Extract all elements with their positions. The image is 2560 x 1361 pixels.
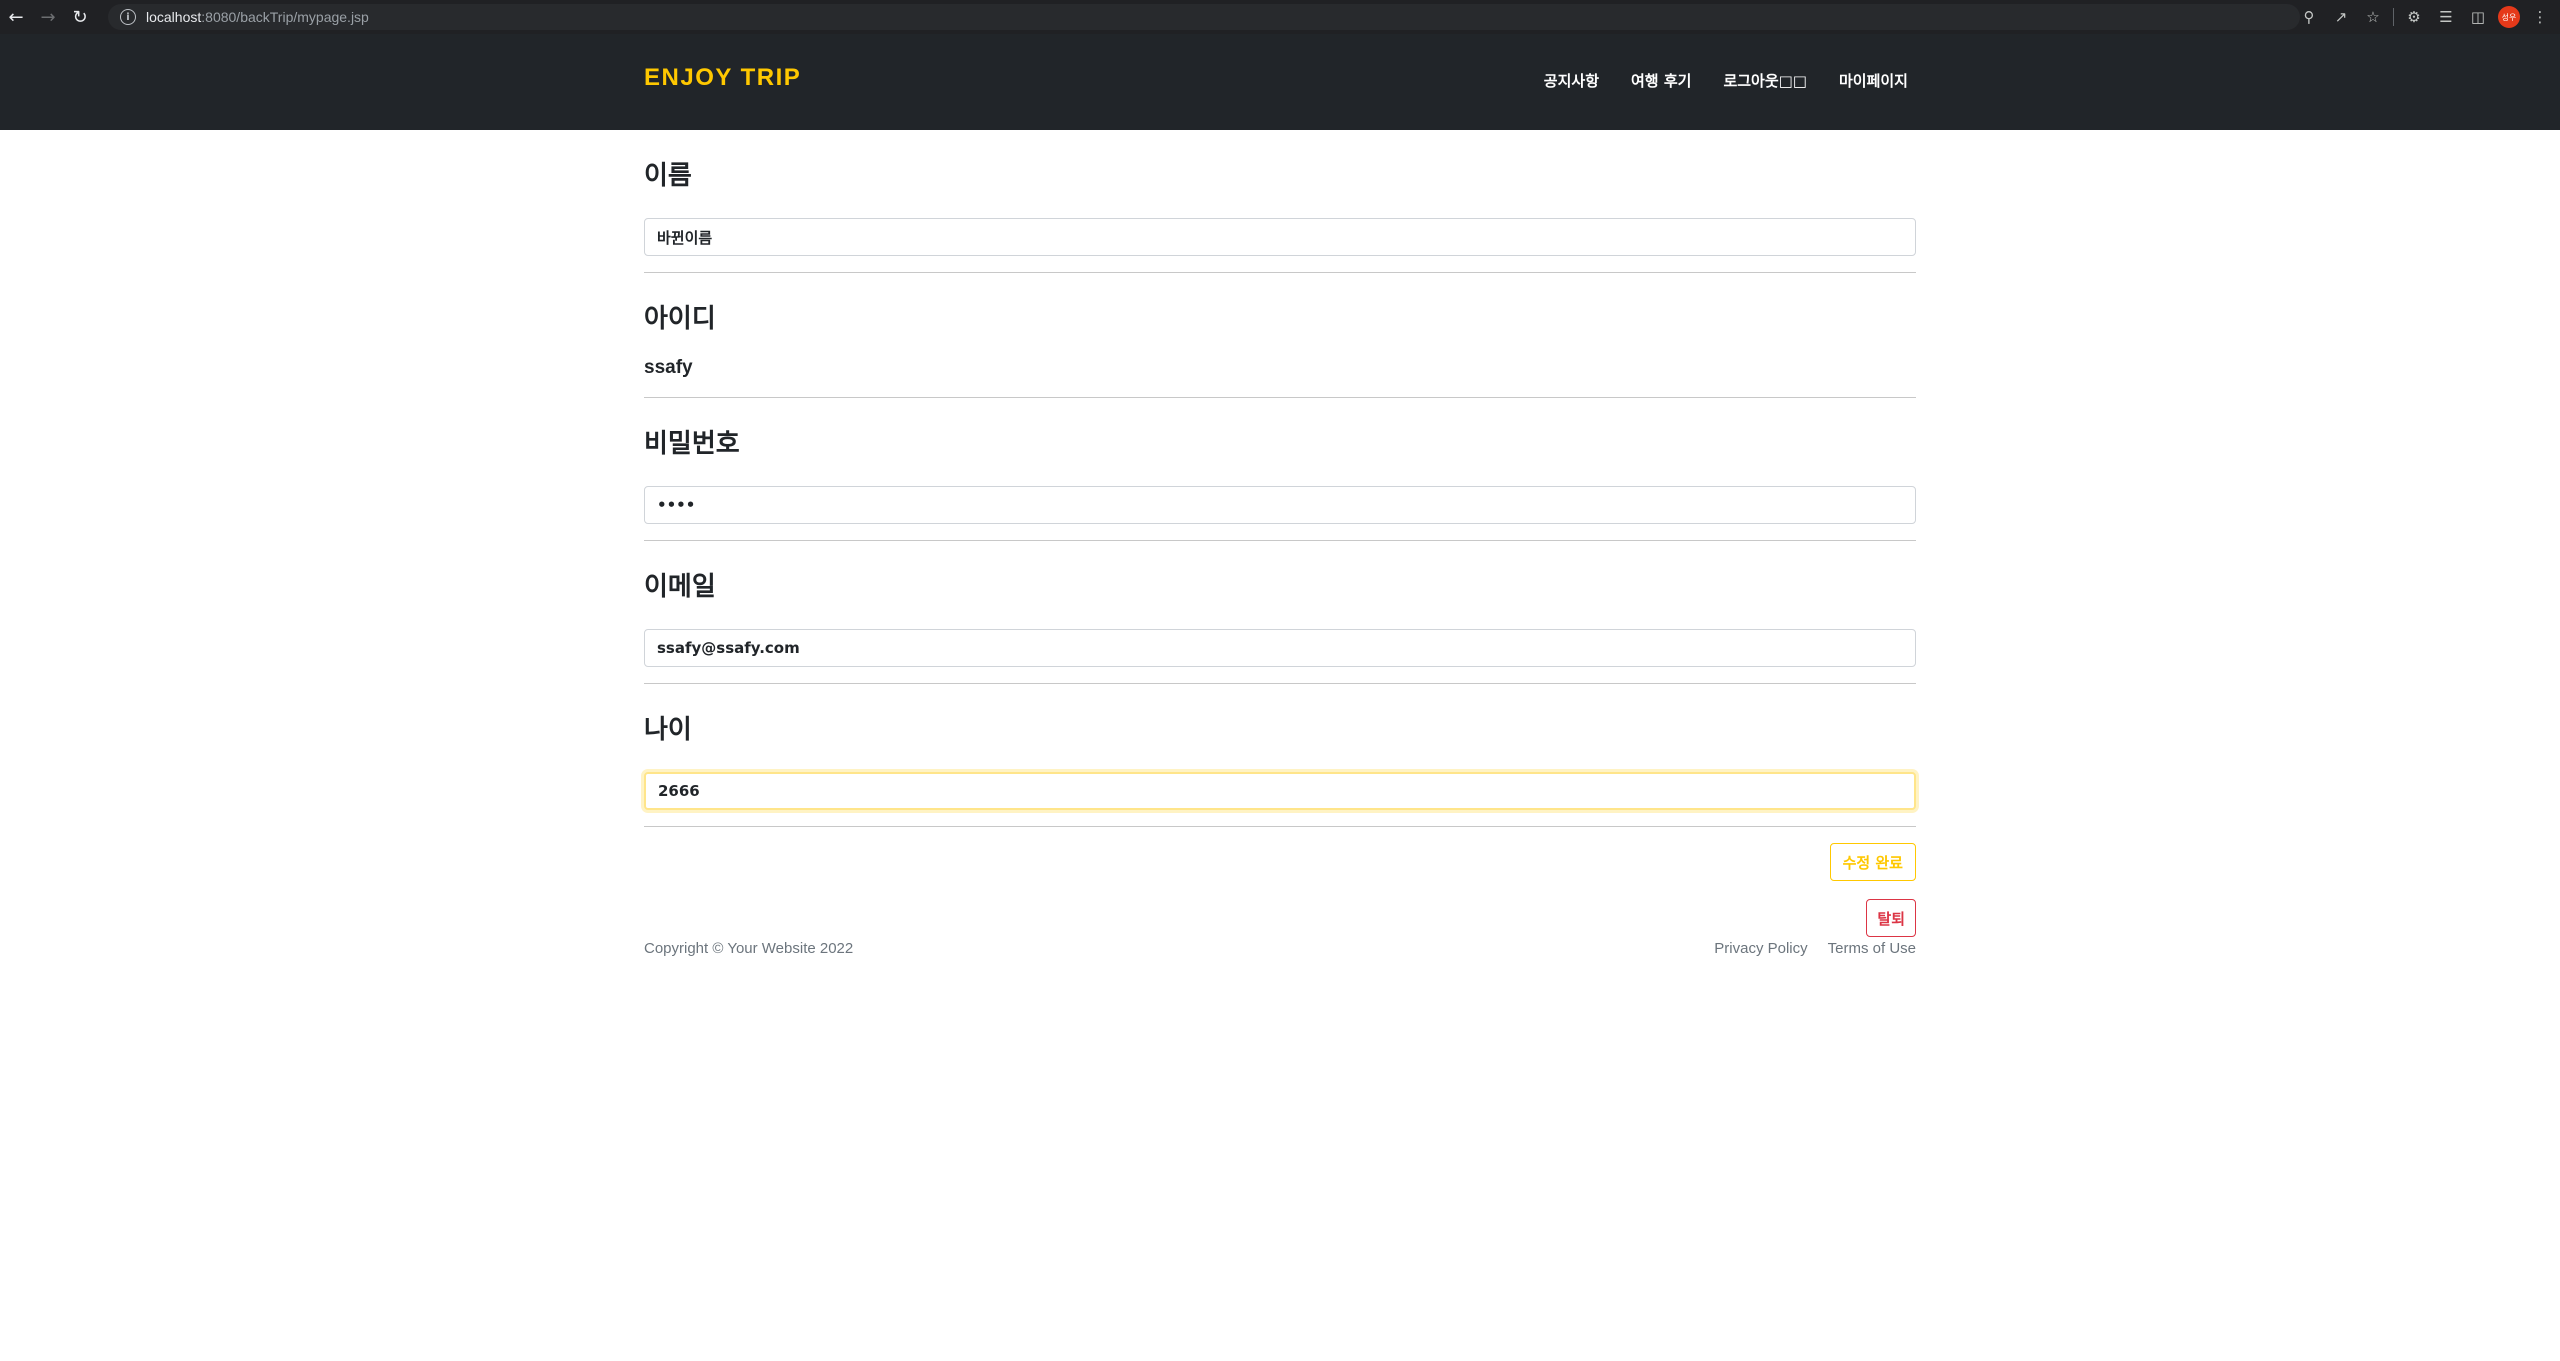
privacy-policy-link[interactable]: Privacy Policy [1714, 940, 1807, 957]
extensions-icon[interactable]: ⚙ [2402, 5, 2426, 29]
reading-list-icon[interactable]: ☰ [2434, 5, 2458, 29]
url-host: localhost [146, 9, 202, 25]
age-field[interactable] [644, 772, 1916, 810]
withdraw-button[interactable]: 탈퇴 [1866, 899, 1916, 937]
terms-of-use-link[interactable]: Terms of Use [1828, 940, 1916, 957]
site-footer: Copyright © Your Website 2022 Privacy Po… [644, 940, 1916, 957]
name-field[interactable] [644, 218, 1916, 256]
forward-icon[interactable]: → [32, 0, 64, 34]
age-section: 나이 [644, 684, 1916, 827]
back-icon[interactable]: ← [0, 0, 32, 34]
email-section: 이메일 [644, 541, 1916, 684]
password-section: 비밀번호 [644, 398, 1916, 541]
reload-icon[interactable]: ↻ [64, 0, 96, 34]
copyright-text: Copyright © Your Website 2022 [644, 940, 854, 957]
address-bar[interactable]: i localhost:8080/backTrip/mypage.jsp [108, 4, 2300, 30]
star-icon[interactable]: ☆ [2361, 5, 2385, 29]
save-button[interactable]: 수정 완료 [1829, 843, 1916, 881]
name-section: 이름 [644, 130, 1916, 273]
id-label: 아이디 [644, 304, 716, 334]
nav-travel-review[interactable]: 여행 후기 [1631, 70, 1691, 91]
email-label: 이메일 [644, 572, 716, 602]
id-section: 아이디 ssafy [644, 273, 1916, 398]
profile-avatar[interactable]: 성우 [2498, 6, 2520, 28]
name-label: 이름 [644, 161, 692, 191]
key-icon[interactable]: ⚲ [2297, 5, 2321, 29]
browser-toolbar: ← → ↻ i localhost:8080/backTrip/mypage.j… [0, 0, 2560, 34]
side-panel-icon[interactable]: ◫ [2466, 5, 2490, 29]
email-field[interactable] [644, 629, 1916, 667]
site-header: ENJOY TRIP 공지사항 여행 후기 로그아웃□□ 마이페이지 [0, 34, 2560, 130]
id-value: ssafy [644, 357, 693, 378]
toolbar-divider [2393, 8, 2394, 26]
browser-actions: ⚲ ↗ ☆ ⚙ ☰ ◫ 성우 ⋮ [2297, 0, 2552, 34]
mypage-form: 이름 아이디 ssafy 비밀번호 이메일 나이 수정 완료 탈퇴 [644, 130, 1916, 937]
url-text[interactable]: localhost:8080/backTrip/mypage.jsp [146, 9, 369, 25]
url-path: :8080/backTrip/mypage.jsp [201, 9, 369, 25]
password-label: 비밀번호 [644, 429, 740, 459]
brand-logo[interactable]: ENJOY TRIP [644, 64, 801, 92]
age-label: 나이 [644, 715, 692, 745]
form-actions: 수정 완료 탈퇴 [644, 827, 1916, 937]
menu-icon[interactable]: ⋮ [2528, 5, 2552, 29]
info-icon[interactable]: i [120, 9, 136, 25]
password-field[interactable] [644, 486, 1916, 524]
nav-notice[interactable]: 공지사항 [1544, 70, 1599, 91]
footer-links: Privacy Policy Terms of Use [1714, 940, 1916, 957]
nav-mypage[interactable]: 마이페이지 [1839, 70, 1908, 91]
nav-logout[interactable]: 로그아웃□□ [1723, 70, 1807, 91]
share-icon[interactable]: ↗ [2329, 5, 2353, 29]
main-nav: 공지사항 여행 후기 로그아웃□□ 마이페이지 [1544, 70, 1908, 91]
